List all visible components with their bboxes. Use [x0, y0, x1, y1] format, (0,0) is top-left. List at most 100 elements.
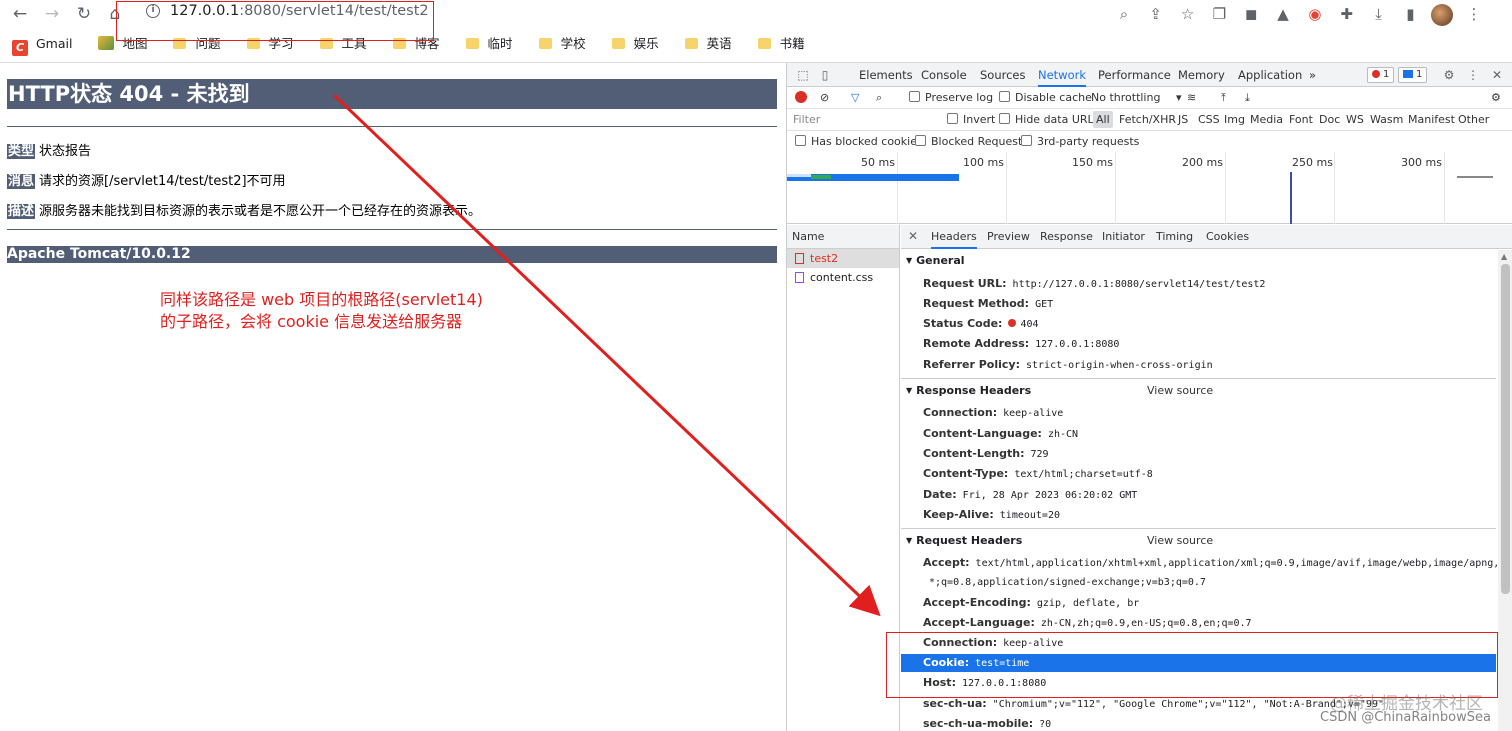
- tab-elements[interactable]: Elements: [859, 63, 913, 87]
- blocked-requests-checkbox[interactable]: Blocked Requests: [915, 134, 1028, 150]
- tab-performance[interactable]: Performance: [1098, 63, 1171, 87]
- throttling-select[interactable]: No throttling ▾: [1091, 90, 1181, 106]
- bookmark-star-icon[interactable]: ☆: [1174, 2, 1202, 26]
- import-har-icon[interactable]: ⤒: [1221, 90, 1226, 106]
- type-filter-font[interactable]: Font: [1286, 111, 1316, 128]
- header-value: zh-CN: [1047, 429, 1079, 440]
- back-arrow-icon[interactable]: ←: [8, 2, 32, 26]
- type-filter-other[interactable]: Other: [1455, 111, 1492, 128]
- bookmark-folder[interactable]: 书籍: [757, 34, 819, 54]
- tab-sources[interactable]: Sources: [980, 63, 1026, 87]
- bookmark-folder[interactable]: 娱乐: [611, 34, 673, 54]
- devtools-menu-icon[interactable]: ⋮: [1465, 67, 1481, 83]
- header-value: keep-alive: [1003, 408, 1064, 419]
- tab-headers[interactable]: Headers: [931, 225, 977, 249]
- blocked-requests-label: Blocked Requests: [931, 135, 1029, 148]
- extension-tampermonkey-icon[interactable]: ◼: [1237, 2, 1265, 26]
- clear-icon[interactable]: ⊘: [820, 90, 829, 106]
- disable-cache-label: Disable cache: [1015, 91, 1092, 104]
- request-headers-section-header[interactable]: ▼ Request Headers View source: [901, 531, 1496, 551]
- extension-copy-icon[interactable]: ❐: [1205, 2, 1233, 26]
- reload-icon[interactable]: ↻: [72, 2, 96, 26]
- forward-arrow-icon[interactable]: →: [40, 2, 64, 26]
- bookmark-folder[interactable]: 学校: [538, 34, 600, 54]
- filter-funnel-icon[interactable]: ▽: [851, 90, 859, 106]
- tab-memory[interactable]: Memory: [1178, 63, 1225, 87]
- bookmark-folder[interactable]: 英语: [684, 34, 746, 54]
- type-filter-js[interactable]: JS: [1175, 111, 1191, 128]
- invert-checkbox[interactable]: Invert: [947, 112, 995, 128]
- inspect-element-icon[interactable]: ⬚: [795, 67, 811, 83]
- status-error-dot-icon: [1008, 319, 1017, 327]
- settings-gear-icon[interactable]: ⚙: [1441, 67, 1457, 83]
- extensions-puzzle-icon[interactable]: ✚: [1333, 2, 1361, 26]
- tab-timing[interactable]: Timing: [1156, 225, 1193, 249]
- record-icon[interactable]: [795, 91, 807, 108]
- tab-preview[interactable]: Preview: [987, 225, 1030, 249]
- close-devtools-icon[interactable]: ✕: [1489, 67, 1505, 83]
- type-filter-fetch-xhr[interactable]: Fetch/XHR: [1116, 111, 1179, 128]
- type-filter-doc[interactable]: Doc: [1316, 111, 1343, 128]
- type-filter-css[interactable]: CSS: [1195, 111, 1223, 128]
- view-source-link[interactable]: View source: [1147, 381, 1213, 401]
- scroll-up-icon[interactable]: ▲: [1501, 252, 1507, 261]
- error-icon: [1372, 70, 1380, 78]
- blocked-filter-bar: Has blocked cookies Blocked Requests 3rd…: [787, 131, 1512, 153]
- type-filter-wasm[interactable]: Wasm: [1367, 111, 1406, 128]
- tab-network[interactable]: Network: [1038, 63, 1087, 87]
- filter-bar: Filter Invert Hide data URLs All Fetch/X…: [787, 109, 1512, 131]
- request-list: Name test2 content.css: [787, 225, 900, 731]
- expand-triangle-icon: ▼: [906, 386, 913, 395]
- download-icon[interactable]: ⤓: [1365, 2, 1393, 26]
- timeline-label: 100 ms: [963, 156, 1004, 169]
- general-section-header[interactable]: ▼ General: [901, 251, 1496, 271]
- search-icon[interactable]: ⌕: [876, 90, 882, 106]
- bookmark-gmail[interactable]: C Gmail: [12, 34, 86, 56]
- view-source-link[interactable]: View source: [1147, 531, 1213, 551]
- close-detail-icon[interactable]: ✕: [908, 229, 918, 243]
- error-count-badge[interactable]: 1: [1367, 67, 1395, 83]
- network-settings-icon[interactable]: ⚙: [1491, 90, 1501, 106]
- request-row[interactable]: test2: [787, 249, 899, 268]
- device-toolbar-icon[interactable]: ▯: [817, 67, 833, 83]
- type-filter-manifest[interactable]: Manifest: [1405, 111, 1458, 128]
- network-overview-timeline[interactable]: 50 ms 100 ms 150 ms 200 ms 250 ms 300 ms: [787, 152, 1512, 224]
- type-filter-ws[interactable]: WS: [1343, 111, 1367, 128]
- side-panel-icon[interactable]: ▮: [1396, 2, 1424, 26]
- type-filter-media[interactable]: Media: [1247, 111, 1286, 128]
- tab-application[interactable]: Application: [1238, 63, 1302, 87]
- share-icon[interactable]: ⇪: [1142, 2, 1170, 26]
- scrollbar-thumb[interactable]: [1501, 264, 1510, 594]
- zoom-icon[interactable]: ⌕: [1110, 2, 1138, 26]
- hide-data-urls-checkbox[interactable]: Hide data URLs: [999, 112, 1099, 128]
- header-key: Request Method:: [923, 297, 1030, 310]
- chrome-menu-icon[interactable]: ⋮: [1460, 2, 1488, 26]
- more-tabs-chevron[interactable]: »: [1309, 63, 1316, 87]
- extension-chrome-icon[interactable]: ◉: [1301, 2, 1329, 26]
- export-har-icon[interactable]: ⤓: [1245, 90, 1250, 106]
- third-party-checkbox[interactable]: 3rd-party requests: [1021, 134, 1139, 150]
- network-conditions-icon[interactable]: ≋: [1187, 90, 1196, 106]
- timeline-label: 250 ms: [1292, 156, 1333, 169]
- tab-cookies[interactable]: Cookies: [1206, 225, 1249, 249]
- filter-input[interactable]: Filter: [789, 111, 935, 128]
- timeline-label: 200 ms: [1182, 156, 1223, 169]
- has-blocked-cookies-checkbox[interactable]: Has blocked cookies: [795, 134, 923, 150]
- message-count-badge[interactable]: 1: [1398, 67, 1428, 83]
- extension-triangle-icon[interactable]: ▲: [1269, 2, 1297, 26]
- disable-cache-checkbox[interactable]: Disable cache: [999, 90, 1092, 106]
- type-filter-all[interactable]: All: [1093, 111, 1113, 128]
- request-row[interactable]: content.css: [787, 268, 899, 287]
- tab-initiator[interactable]: Initiator: [1102, 225, 1145, 249]
- preserve-log-checkbox[interactable]: Preserve log: [909, 90, 993, 106]
- response-headers-section-header[interactable]: ▼ Response Headers View source: [901, 381, 1496, 401]
- detail-scrollbar[interactable]: ▲: [1498, 250, 1512, 731]
- tab-response[interactable]: Response: [1040, 225, 1093, 249]
- profile-avatar[interactable]: [1428, 2, 1456, 26]
- type-filter-img[interactable]: Img: [1221, 111, 1248, 128]
- tab-console[interactable]: Console: [921, 63, 967, 87]
- folder-icon: [684, 38, 698, 49]
- timeline-request-bar: [1457, 176, 1493, 178]
- name-column-header[interactable]: Name: [787, 225, 899, 249]
- bookmark-folder[interactable]: 临时: [465, 34, 527, 54]
